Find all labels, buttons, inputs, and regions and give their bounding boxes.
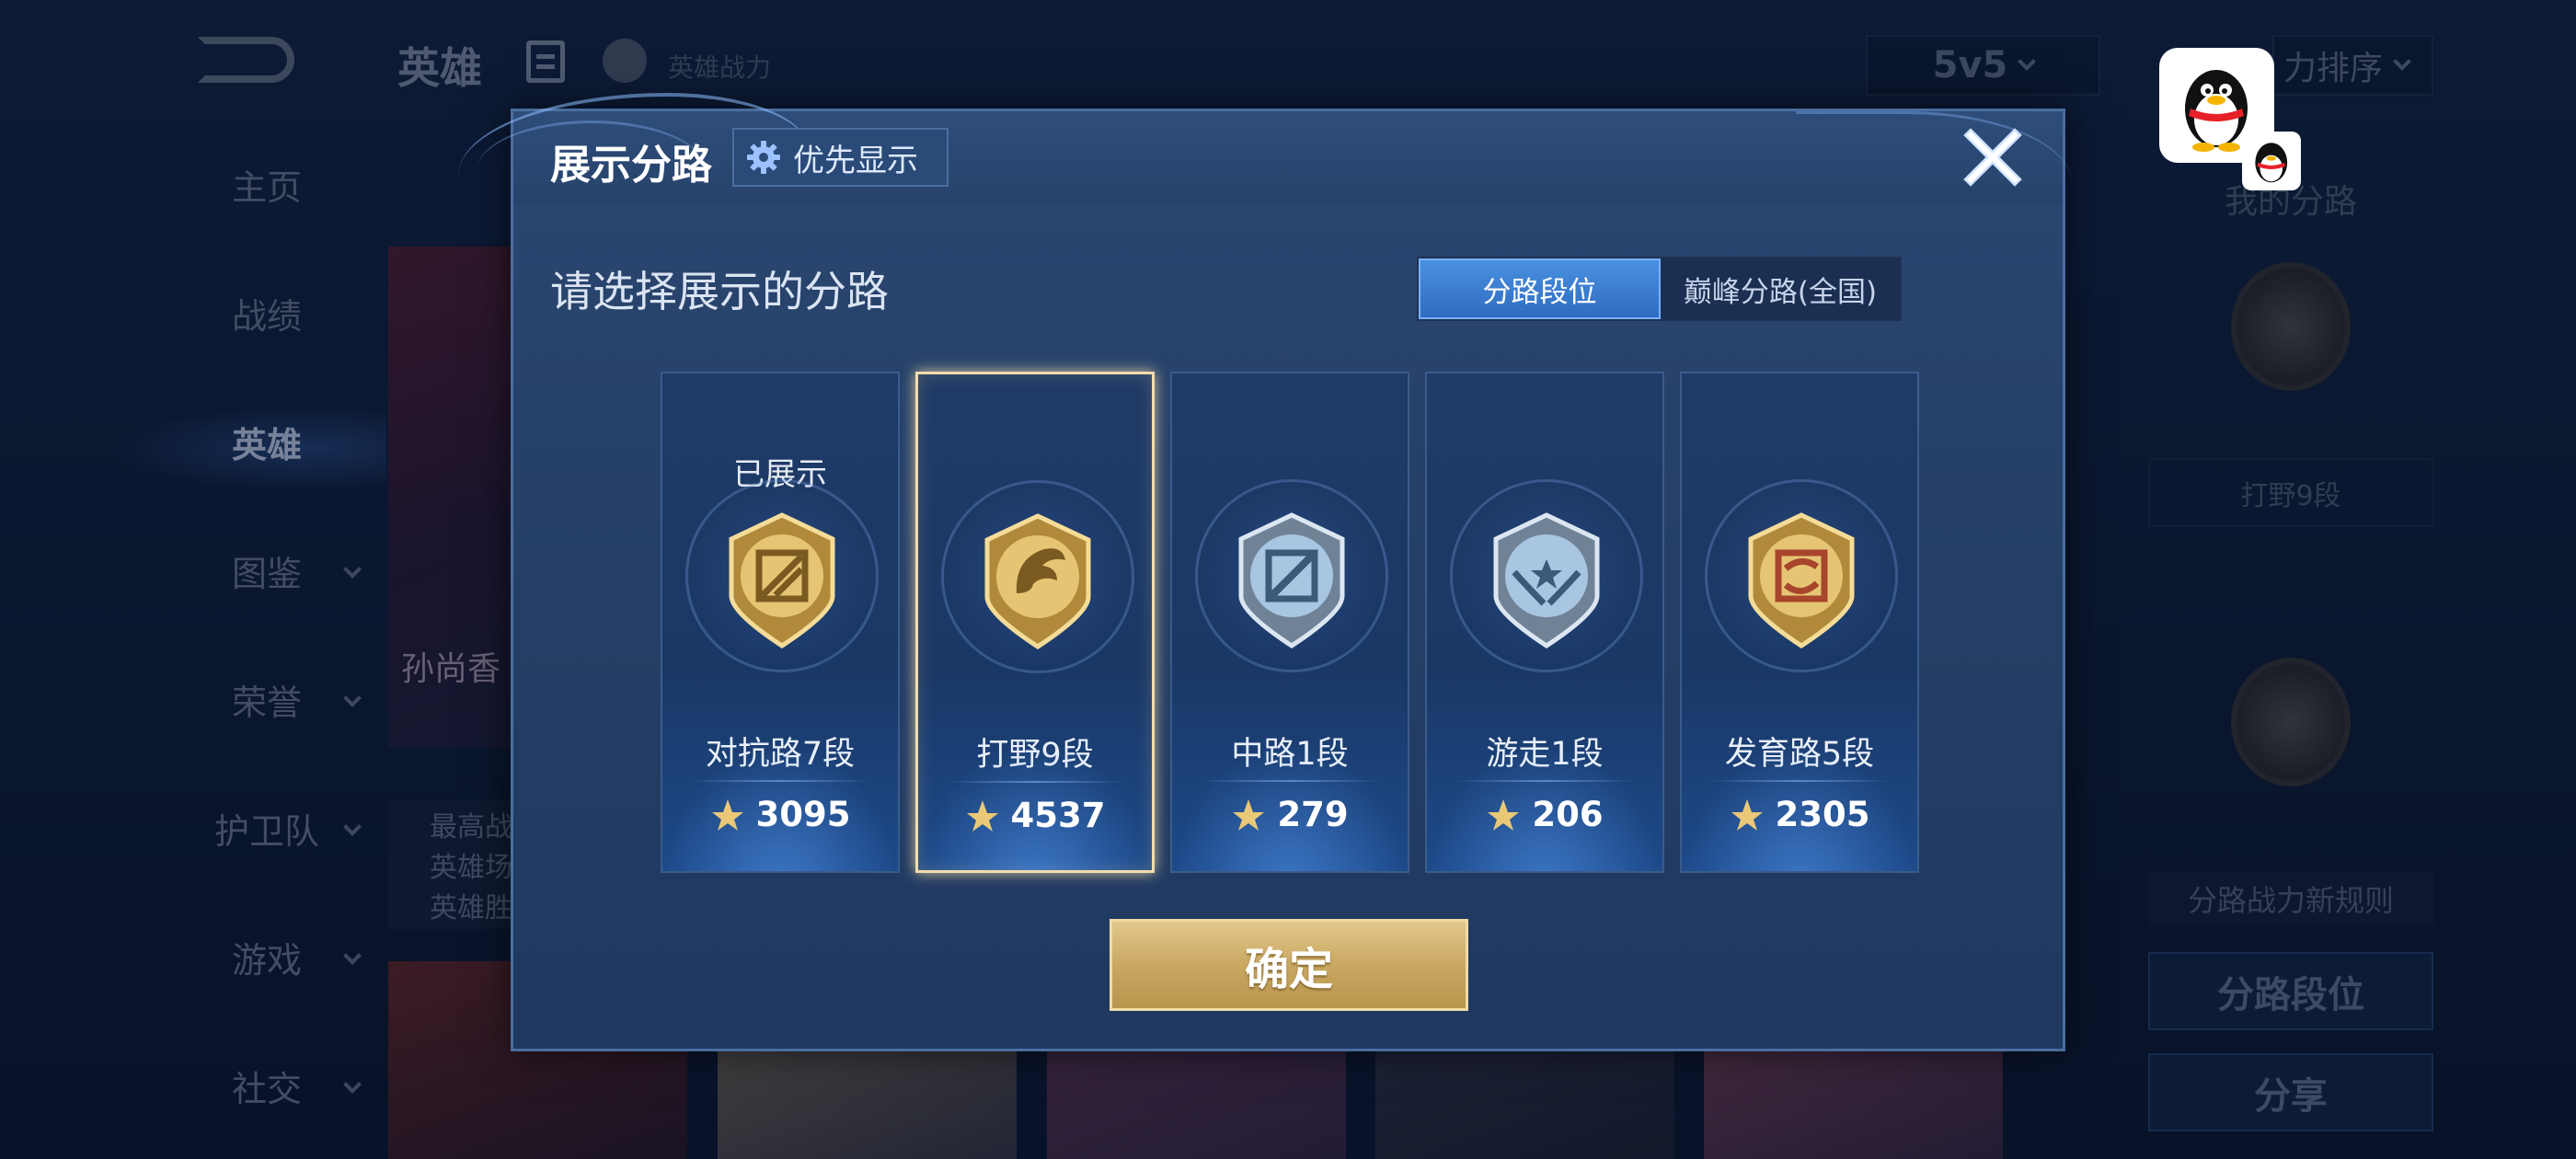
priority-display-button[interactable]: 优先显示 [732, 128, 949, 187]
dialog-title: 展示分路 [550, 142, 712, 189]
dialog-subtitle: 请选择展示的分路 [550, 267, 889, 316]
rank-type-tabs: 分路段位 巅峰分路(全国) [1417, 257, 1902, 321]
gear-icon [747, 141, 780, 174]
card-divider [946, 781, 1124, 783]
lane-score-value: 3095 [755, 795, 851, 834]
mid-lane-emblem-icon [1238, 512, 1345, 648]
lane-rank-label: 对抗路7段 [705, 736, 856, 773]
lane-card-mid[interactable]: 中路1段 279 [1170, 372, 1409, 873]
lane-score: 3095 [662, 795, 898, 834]
card-divider [690, 780, 870, 782]
lane-score: 279 [1172, 795, 1408, 834]
power-icon [1488, 798, 1520, 831]
lane-rank-label: 游走1段 [1486, 736, 1604, 773]
lane-card-list: 已展示 对抗路7段 3095 打野9段 4537 中路1段 279 游走1段 2… [661, 372, 1921, 878]
lane-card-roam[interactable]: 游走1段 206 [1425, 372, 1664, 873]
lane-rank-label: 中路1段 [1231, 736, 1349, 773]
power-icon [966, 799, 998, 832]
lane-score: 2305 [1682, 795, 1917, 834]
lane-score-value: 2305 [1775, 795, 1870, 834]
card-divider [1200, 780, 1380, 782]
power-icon [1731, 798, 1763, 831]
lane-score: 4537 [918, 796, 1152, 835]
dialog-header: 展示分路 优先显示 [458, 93, 2072, 203]
lane-rank-label: 打野9段 [976, 737, 1094, 774]
decor-swirl [1796, 111, 2072, 231]
power-icon [1233, 798, 1265, 831]
qq-mini-penguin-icon[interactable] [2242, 132, 2301, 190]
lane-card-clash[interactable]: 已展示 对抗路7段 3095 [661, 372, 900, 873]
confirm-button[interactable]: 确定 [1110, 919, 1468, 1011]
lane-score: 206 [1427, 795, 1662, 834]
tab-lane-rank[interactable]: 分路段位 [1419, 258, 1661, 319]
lane-score-value: 4537 [1010, 796, 1106, 835]
roam-wings-emblem-icon [1493, 512, 1600, 648]
lane-score-value: 279 [1277, 795, 1349, 834]
power-icon [711, 798, 743, 831]
farm-lane-emblem-icon [1748, 512, 1855, 648]
jungle-dragon-emblem-icon [984, 513, 1091, 649]
tab-peak-lane[interactable]: 巅峰分路(全国) [1661, 258, 1900, 319]
lane-rank-label: 发育路5段 [1724, 736, 1875, 773]
priority-display-label: 优先显示 [793, 142, 918, 179]
lane-score-value: 206 [1532, 795, 1604, 834]
clash-lane-emblem-icon [729, 512, 835, 648]
display-lane-dialog: 展示分路 优先显示 请选择展示的分路 分路段位 巅峰分路(全国) 已展示 对抗路… [458, 93, 2072, 1051]
card-divider [1455, 780, 1635, 782]
close-icon[interactable] [1960, 124, 2026, 190]
card-divider [1709, 780, 1890, 782]
lane-card-jungle[interactable]: 打野9段 4537 [915, 372, 1155, 873]
lane-card-farm[interactable]: 发育路5段 2305 [1680, 372, 1919, 873]
